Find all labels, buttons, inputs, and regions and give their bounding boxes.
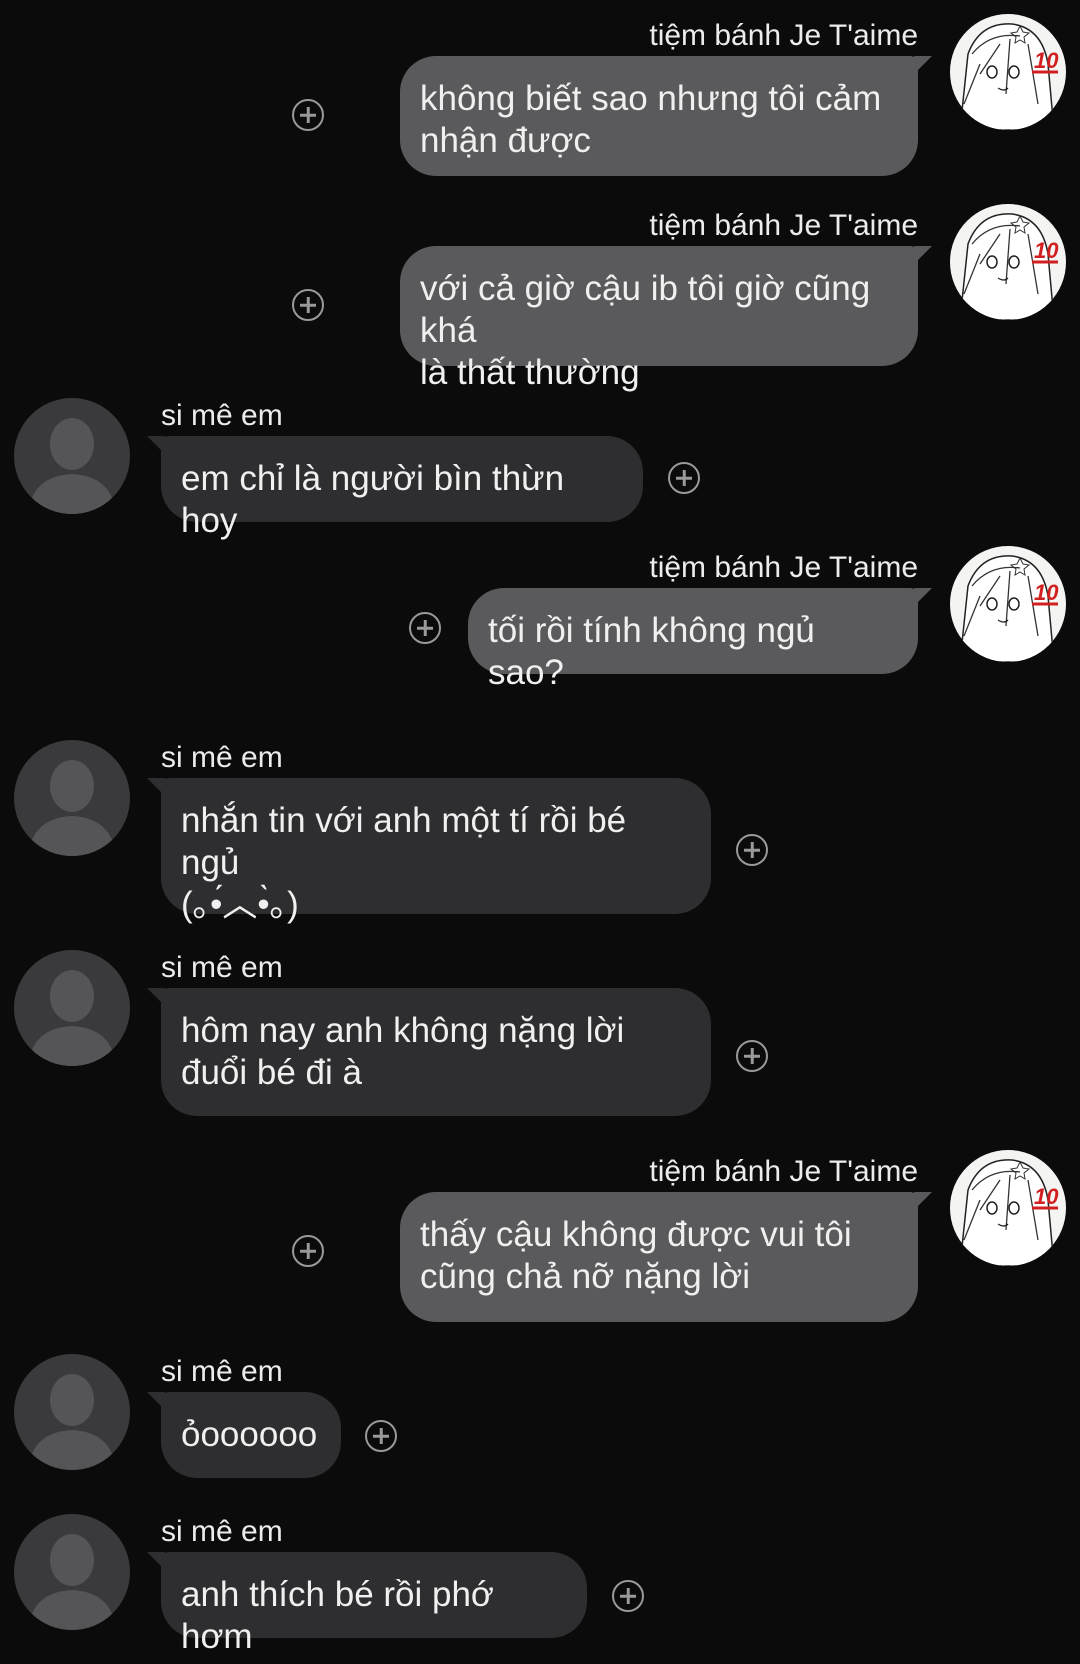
message-bubble[interactable]: anh thích bé rồi phớ hơm — [147, 1552, 587, 1656]
anime-girl-avatar-icon[interactable]: 10 — [950, 1150, 1066, 1266]
person-silhouette-icon[interactable] — [14, 950, 130, 1066]
badge-10: 10 — [1034, 1184, 1059, 1209]
sender-name: si mê em — [161, 399, 283, 432]
sender-name: tiệm bánh Je T'aime — [649, 209, 918, 242]
add-reaction-plus-icon[interactable] — [292, 1235, 324, 1267]
sender-name: tiệm bánh Je T'aime — [649, 1155, 918, 1188]
badge-10: 10 — [1034, 48, 1059, 73]
sender-name: si mê em — [161, 951, 283, 984]
person-silhouette-icon[interactable] — [14, 398, 130, 514]
person-silhouette-icon[interactable] — [14, 1354, 130, 1470]
anime-girl-avatar-icon[interactable]: 10 — [950, 14, 1066, 130]
add-reaction-plus-icon[interactable] — [612, 1580, 644, 1612]
add-reaction-plus-icon[interactable] — [668, 462, 700, 494]
anime-girl-avatar-icon[interactable]: 10 — [950, 204, 1066, 320]
sender-name: tiệm bánh Je T'aime — [649, 19, 918, 52]
add-reaction-plus-icon[interactable] — [365, 1420, 397, 1452]
message-bubble[interactable]: ỏoooooo — [147, 1392, 341, 1478]
message-bubble[interactable]: tối rồi tính không ngủ sao? — [468, 588, 932, 692]
message-bubble[interactable]: với cả giờ cậu ib tôi giờ cũng khá là th… — [400, 246, 932, 392]
person-silhouette-icon[interactable] — [14, 1514, 130, 1630]
message-bubble[interactable]: không biết sao nhưng tôi cảm nhận được — [400, 56, 932, 176]
sender-name: si mê em — [161, 1355, 283, 1388]
add-reaction-plus-icon[interactable] — [292, 99, 324, 131]
sender-name: tiệm bánh Je T'aime — [649, 551, 918, 584]
badge-10: 10 — [1034, 580, 1059, 605]
chat-thread[interactable]: tiệm bánh Je T'aime không biết sao nhưng… — [0, 0, 1080, 1664]
message-bubble[interactable]: hôm nay anh không nặng lời đuổi bé đi à — [147, 988, 711, 1116]
add-reaction-plus-icon[interactable] — [736, 1040, 768, 1072]
add-reaction-plus-icon[interactable] — [292, 289, 324, 321]
message-bubble[interactable]: thấy cậu không được vui tôi cũng chả nỡ … — [400, 1192, 932, 1322]
sender-name: si mê em — [161, 1515, 283, 1548]
message-bubble[interactable]: em chỉ là người bìn thừn hoy — [147, 436, 643, 540]
anime-girl-avatar-icon[interactable]: 10 — [950, 546, 1066, 662]
sender-name: si mê em — [161, 741, 283, 774]
add-reaction-plus-icon[interactable] — [736, 834, 768, 866]
badge-10: 10 — [1034, 238, 1059, 263]
person-silhouette-icon[interactable] — [14, 740, 130, 856]
add-reaction-plus-icon[interactable] — [409, 612, 441, 644]
message-bubble[interactable]: nhắn tin với anh một tí rồi bé ngủ (｡•́︿… — [147, 778, 711, 924]
